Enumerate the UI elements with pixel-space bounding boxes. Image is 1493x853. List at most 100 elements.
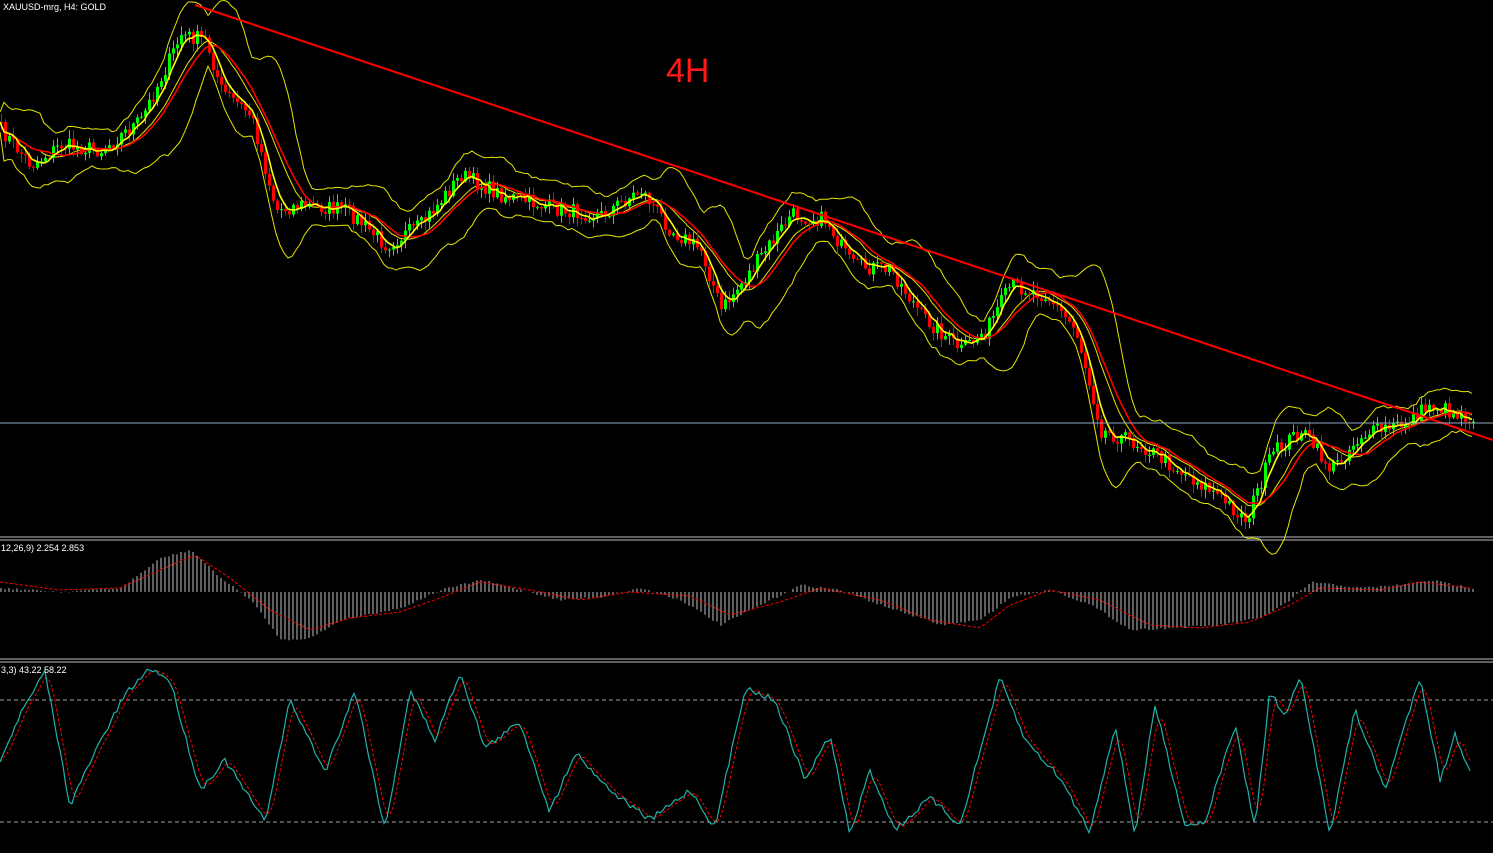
candle-body — [944, 336, 947, 340]
macd-panel[interactable] — [0, 550, 1474, 641]
candle-body — [152, 99, 155, 102]
candle-body — [856, 258, 859, 260]
candle-body — [1156, 448, 1159, 452]
candle-body — [1056, 304, 1059, 306]
candle-body — [1160, 451, 1163, 464]
candle-body — [224, 84, 227, 92]
candle-body — [1324, 461, 1327, 464]
candle-body — [680, 239, 683, 244]
candle-body — [1328, 463, 1331, 472]
candle-body — [740, 283, 743, 290]
candle-body — [456, 177, 459, 181]
candle-body — [420, 217, 423, 221]
candle-body — [876, 262, 879, 264]
candle-body — [100, 153, 103, 157]
chart-window: XAUUSD-mrg, H4: GOLD 4H 12,26,9) 2.254 2… — [0, 0, 1493, 853]
candle-body — [172, 48, 175, 54]
candle-body — [216, 70, 219, 77]
candle-body — [1124, 432, 1127, 436]
candle-body — [772, 240, 775, 244]
candle-body — [1136, 446, 1139, 449]
candle-body — [140, 116, 143, 118]
candle-body — [136, 117, 139, 124]
candle-body — [1424, 404, 1427, 413]
candle-body — [1252, 495, 1255, 519]
candle-body — [764, 251, 767, 254]
candle-body — [384, 247, 387, 251]
candle-body — [880, 262, 883, 264]
candle-body — [1364, 437, 1367, 439]
candle-body — [908, 293, 911, 302]
candle-body — [720, 292, 723, 310]
candle-body — [912, 301, 915, 303]
candle-body — [412, 224, 415, 226]
stochastic-indicator-label: 3,3) 43.22 58.22 — [1, 665, 67, 675]
candle-body — [644, 192, 647, 194]
candle-body — [588, 220, 591, 222]
candle-body — [988, 317, 991, 339]
chart-canvas[interactable] — [0, 0, 1493, 853]
candle-body — [148, 99, 151, 111]
candle-body — [1028, 293, 1031, 295]
candle-body — [1104, 430, 1107, 438]
candle-body — [212, 52, 215, 71]
candle-body — [268, 174, 271, 186]
candle-body — [580, 218, 583, 220]
candle-body — [228, 91, 231, 94]
candle-body — [88, 142, 91, 153]
candle-body — [1128, 432, 1131, 438]
candle-body — [616, 200, 619, 206]
candle-body — [716, 285, 719, 293]
candle-body — [536, 207, 539, 209]
candle-body — [1184, 474, 1187, 476]
candle-body — [8, 135, 11, 142]
candle-body — [284, 209, 287, 212]
candle-body — [1228, 501, 1231, 504]
candle-body — [1100, 419, 1103, 438]
candle-body — [780, 224, 783, 231]
candle-body — [732, 294, 735, 302]
candle-body — [476, 173, 479, 190]
candle-body — [1088, 368, 1091, 386]
slow-moving-average-line — [0, 44, 1473, 505]
candle-body — [784, 224, 787, 226]
candle-body — [584, 218, 587, 221]
candle-body — [444, 190, 447, 204]
candle-body — [1240, 513, 1243, 518]
candle-body — [608, 216, 611, 218]
candle-body — [1040, 298, 1043, 301]
candle-body — [1216, 490, 1219, 494]
candle-body — [556, 201, 559, 216]
candle-body — [1096, 404, 1099, 420]
candle-body — [840, 239, 843, 247]
candle-body — [248, 110, 251, 116]
candle-body — [1176, 470, 1179, 472]
stochastic-panel[interactable] — [0, 668, 1493, 835]
main-price-panel[interactable] — [0, 0, 1493, 555]
candle-body — [632, 192, 635, 199]
candle-body — [1092, 385, 1095, 405]
bollinger-upper-line — [0, 0, 1473, 475]
candle-body — [792, 208, 795, 217]
candle-body — [916, 301, 919, 308]
candle-body — [1472, 421, 1475, 423]
candle-body — [1336, 460, 1339, 462]
candle-body — [408, 224, 411, 231]
candle-body — [1212, 490, 1215, 492]
candle-body — [428, 210, 431, 222]
candle-body — [176, 44, 179, 49]
candle-body — [72, 138, 75, 150]
candle-body — [900, 283, 903, 287]
candle-body — [1172, 470, 1175, 472]
candle-body — [1304, 430, 1307, 434]
candle-body — [160, 81, 163, 87]
symbol-title: XAUUSD-mrg, H4: GOLD — [3, 2, 107, 12]
candle-body — [1236, 515, 1239, 518]
candle-body — [652, 204, 655, 206]
candle-body — [1044, 299, 1047, 301]
candle-body — [656, 204, 659, 207]
macd-indicator-label: 12,26,9) 2.254 2.853 — [1, 543, 85, 553]
candle-body — [276, 200, 279, 211]
candle-body — [180, 35, 183, 45]
candle-body — [260, 144, 263, 153]
